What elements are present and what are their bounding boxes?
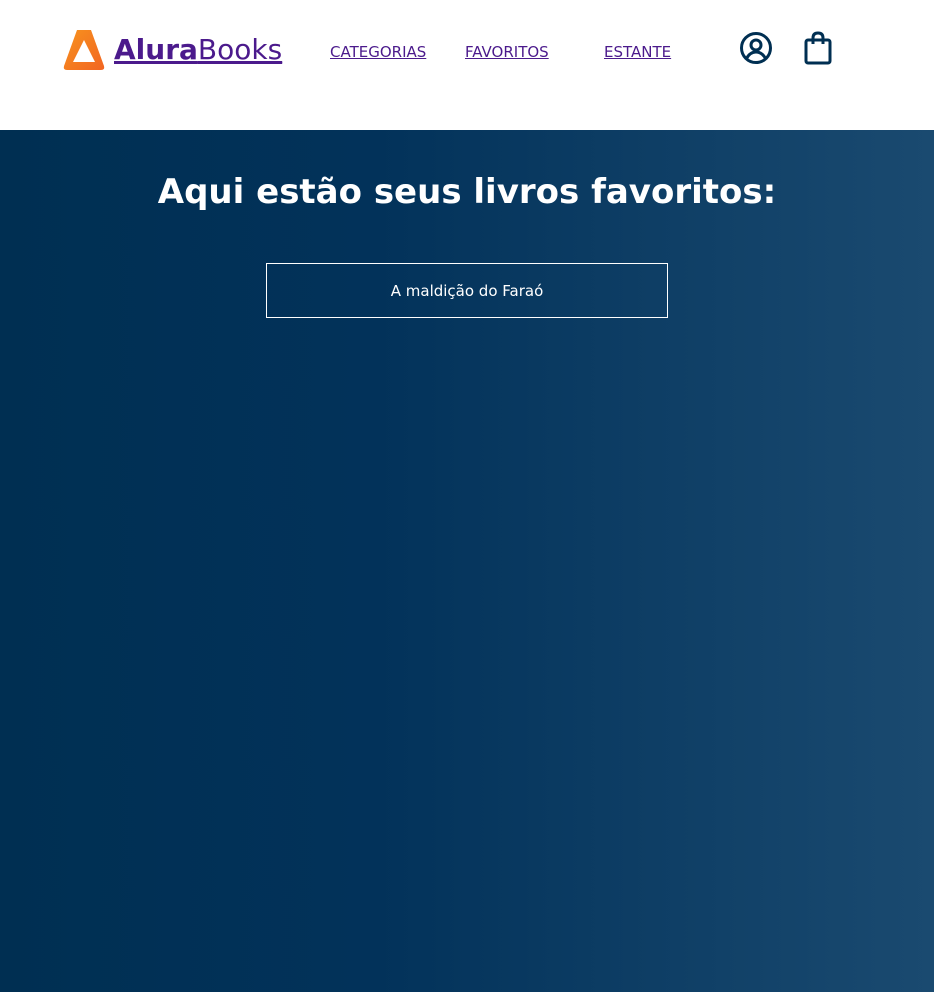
nav-favoritos-link[interactable]: FAVORITOS: [465, 42, 549, 62]
shopping-bag-icon: [804, 31, 832, 65]
nav-categorias-link[interactable]: CATEGORIAS: [330, 42, 426, 62]
book-title: A maldição do Faraó: [390, 281, 544, 300]
logo-text: AluraBooks: [114, 28, 282, 72]
site-header: AluraBooks CATEGORIAS FAVORITOS ESTANTE: [0, 0, 934, 130]
favorites-section: Aqui estão seus livros favoritos: A mald…: [0, 130, 934, 992]
user-circle-icon: [740, 32, 772, 64]
logo-text-bold: Alura: [114, 33, 198, 66]
page-title: Aqui estão seus livros favoritos:: [157, 172, 777, 212]
shopping-bag-button[interactable]: [800, 30, 836, 66]
favorite-book-card[interactable]: A maldição do Faraó: [266, 263, 668, 318]
user-account-button[interactable]: [738, 30, 774, 66]
logo-triangle-icon: [63, 30, 105, 70]
logo-link[interactable]: AluraBooks: [63, 28, 282, 72]
nav-estante-link[interactable]: ESTANTE: [604, 42, 671, 62]
logo-text-light: Books: [197, 33, 283, 66]
